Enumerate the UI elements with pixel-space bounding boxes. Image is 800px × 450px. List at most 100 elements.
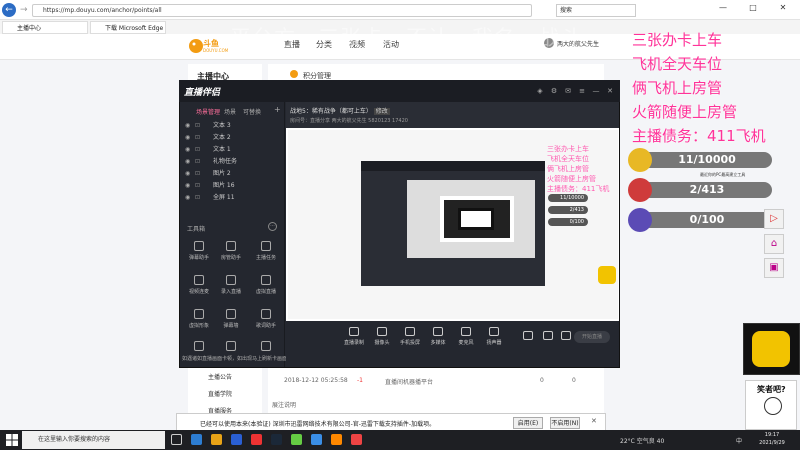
eye-icon[interactable]: ◉: [185, 180, 190, 191]
start-live-button[interactable]: 开始直播: [574, 331, 610, 343]
app-icon[interactable]: [331, 434, 342, 445]
notification-close-button[interactable]: ✕: [591, 417, 597, 425]
tool-video-link[interactable]: 视频连麦: [184, 275, 214, 303]
eye-icon[interactable]: ◉: [185, 156, 190, 167]
maximize-button[interactable]: □: [738, 1, 768, 15]
douyu-logo[interactable]: 斗鱼 DOUYU.COM: [188, 37, 228, 55]
app-settings-icon[interactable]: ⚙: [549, 86, 559, 96]
tab-edge-download[interactable]: 下载 Microsoft Edge Web ...: [90, 21, 166, 34]
tool-room-manager[interactable]: 房管助手: [216, 241, 246, 269]
avatar-icon: [194, 309, 204, 319]
tab-scene[interactable]: 场景: [224, 107, 236, 116]
layer-item[interactable]: ◉ ⊡ 全屏 11: [185, 192, 281, 203]
app-icon[interactable]: [291, 434, 302, 445]
overlay-line: 俩飞机上房管: [632, 79, 723, 97]
record-button[interactable]: 直播录制: [340, 327, 368, 346]
speaker-button[interactable]: 扬声器: [480, 327, 508, 346]
eye-icon[interactable]: ◉: [185, 120, 190, 131]
douyu-app-icon[interactable]: [251, 434, 262, 445]
tool-extra[interactable]: [216, 341, 246, 353]
edit-title-button[interactable]: 修改: [373, 108, 390, 115]
disable-button[interactable]: 不启用(N): [550, 417, 580, 429]
toolbox-more-button[interactable]: ···: [268, 222, 277, 231]
play-icon[interactable]: ▷: [764, 209, 784, 229]
table-cell-delta: -1: [357, 377, 363, 384]
explorer-icon[interactable]: [211, 434, 222, 445]
browser-search-input[interactable]: 搜索: [556, 4, 636, 17]
layer-item[interactable]: ◉ ⊡ 礼物任务: [185, 156, 281, 167]
tool-anchor-task[interactable]: 主播任务: [251, 241, 281, 269]
tool-extra-2[interactable]: [251, 341, 281, 353]
clock-date[interactable]: 2021/9/29: [754, 440, 790, 446]
lock-icon[interactable]: ⊡: [195, 144, 200, 155]
minimize-button[interactable]: —: [708, 1, 738, 15]
add-scene-button[interactable]: +: [274, 105, 281, 114]
close-window-button[interactable]: ✕: [768, 1, 798, 15]
app-icon[interactable]: ▣: [764, 258, 784, 278]
toolbox-title: 工具箱: [187, 226, 206, 233]
weather-widget[interactable]: 22°C 空气良 40: [620, 436, 664, 445]
camera-button[interactable]: 摄像头: [368, 327, 396, 346]
lock-icon[interactable]: ⊡: [195, 168, 200, 179]
tool-record-live[interactable]: 录入直播: [216, 275, 246, 303]
tool-danmaku-helper[interactable]: 弹幕助手: [184, 241, 214, 269]
eye-icon[interactable]: ◉: [185, 132, 190, 143]
layer-item[interactable]: ◉ ⊡ 图片 16: [185, 180, 281, 191]
eye-icon[interactable]: ◉: [185, 168, 190, 179]
address-bar[interactable]: https://mp.douyu.com/anchor/points/all: [32, 4, 532, 17]
edge-icon[interactable]: [191, 434, 202, 445]
sidebar-item-academy[interactable]: 直播学院: [208, 389, 232, 398]
clock-time[interactable]: 19:17: [758, 432, 786, 438]
phone-cast-button[interactable]: 手机投屏: [396, 327, 424, 346]
lock-icon[interactable]: ⊡: [195, 120, 200, 131]
app-icon[interactable]: [351, 434, 362, 445]
lock-icon[interactable]: ⊡: [195, 180, 200, 191]
sidebar-item-announcement[interactable]: 主播公告: [208, 372, 232, 381]
layer-item[interactable]: ◉ ⊡ 文本 2: [185, 132, 281, 143]
enable-button[interactable]: 启用(E): [513, 417, 543, 429]
forward-button[interactable]: →: [20, 5, 30, 15]
user-icon: [226, 241, 236, 251]
media-button[interactable]: 多媒体: [424, 327, 452, 346]
app-message-icon[interactable]: ✉: [563, 86, 573, 96]
tab-anchor-center[interactable]: 主播中心: [2, 21, 88, 34]
app-close-button[interactable]: ✕: [605, 86, 615, 96]
layer-item[interactable]: ◉ ⊡ 图片 2: [185, 168, 281, 179]
layer-item[interactable]: ◉ ⊡ 文本 1: [185, 144, 281, 155]
tool-lyrics-helper[interactable]: 歌词助手: [251, 309, 281, 337]
lock-icon[interactable]: ⊡: [195, 132, 200, 143]
tool-virtual-live[interactable]: 虚拟直播: [251, 275, 281, 303]
task-view-icon[interactable]: [171, 434, 182, 445]
home-icon[interactable]: ⌂: [764, 234, 784, 254]
tool-virtual-avatar[interactable]: 虚拟形象: [184, 309, 214, 337]
preview-goal: 2/413: [548, 206, 588, 214]
video-icon: [523, 331, 533, 340]
app-minimize-button[interactable]: —: [591, 86, 601, 96]
tool-game-helper[interactable]: [184, 341, 214, 353]
tab-scene-manage[interactable]: 场景管理: [196, 107, 220, 116]
overlay-line: 三张办卡上车: [632, 31, 723, 49]
app-icon[interactable]: [311, 434, 322, 445]
lock-icon[interactable]: ⊡: [195, 156, 200, 167]
steam-icon[interactable]: [271, 434, 282, 445]
ie-icon[interactable]: [231, 434, 242, 445]
tab-replaceable[interactable]: 可替换: [243, 107, 261, 116]
tool-danmaku-wall[interactable]: 弹幕墙: [216, 309, 246, 337]
back-button[interactable]: ←: [2, 3, 16, 17]
goal-subtitle: 最近你的PC最高建立工具: [700, 172, 746, 177]
app-logo: 直播伴侣: [184, 88, 221, 98]
gift-goal: 2/413: [628, 178, 778, 202]
camera-icon: [377, 327, 387, 336]
gift-goal: 11/10000: [628, 148, 778, 172]
microphone-button[interactable]: 麦克风: [452, 327, 480, 346]
taskbar-search-input[interactable]: 在这里输入你要搜索的内容: [22, 431, 165, 449]
lock-icon[interactable]: ⊡: [195, 192, 200, 203]
windows-start-icon[interactable]: [6, 434, 18, 446]
eye-icon[interactable]: ◉: [185, 144, 190, 155]
app-menu-icon[interactable]: ≡: [577, 86, 587, 96]
eye-icon[interactable]: ◉: [185, 192, 190, 203]
overlay-line: 主播债务：411飞机: [632, 127, 766, 145]
app-skin-icon[interactable]: ◈: [535, 86, 545, 96]
layer-item[interactable]: ◉ ⊡ 文本 3: [185, 120, 281, 131]
ime-indicator[interactable]: 中: [736, 436, 742, 445]
